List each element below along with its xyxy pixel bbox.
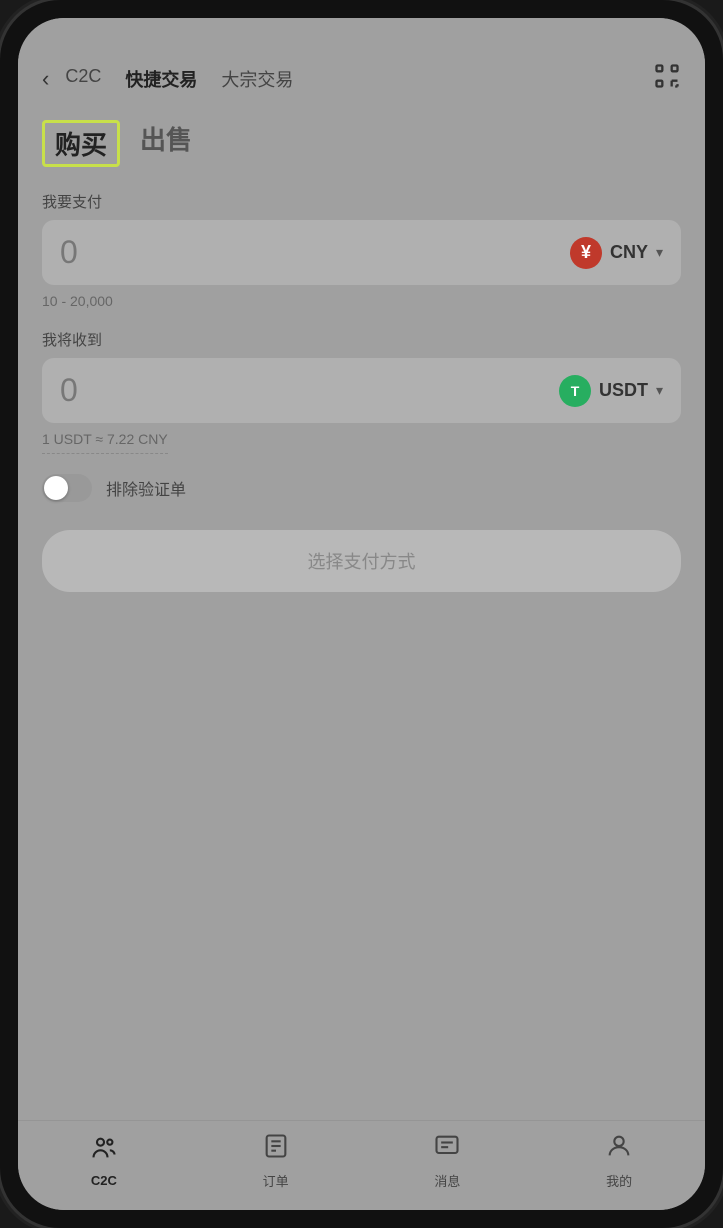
sell-tab[interactable]: 出售 [140,120,192,167]
messages-nav-label: 消息 [434,1171,460,1190]
nav-tab-bulk[interactable]: 大宗交易 [221,66,293,92]
cny-currency-selector[interactable]: ¥ CNY ▾ [570,237,663,269]
cny-chevron-icon: ▾ [656,244,663,261]
receive-input-row[interactable]: 0 T USDT ▾ [42,358,681,423]
phone-screen: ‹ C2C 快捷交易 大宗交易 [18,18,705,1210]
status-bar [18,18,705,54]
receive-value[interactable]: 0 [60,372,78,409]
profile-nav-label: 我的 [606,1171,632,1190]
pay-value[interactable]: 0 [60,234,78,271]
buy-tab[interactable]: 购买 [42,120,120,167]
nav-tab-quick[interactable]: 快捷交易 [125,66,197,92]
bottom-nav-messages[interactable]: 消息 [362,1132,534,1190]
main-content: 购买 出售 我要支付 0 ¥ CNY ▾ 10 - 20,000 我将收到 0 … [18,104,705,1120]
c2c-icon [90,1134,118,1169]
bottom-nav-c2c[interactable]: C2C [18,1134,190,1188]
profile-icon [605,1132,633,1167]
nav-bar: ‹ C2C 快捷交易 大宗交易 [18,54,705,104]
toggle-label: 排除验证单 [106,476,186,500]
bottom-nav-profile[interactable]: 我的 [533,1132,705,1190]
exclude-toggle[interactable] [42,474,92,502]
range-hint: 10 - 20,000 [42,293,681,309]
usdt-icon: T [559,375,591,407]
toggle-row: 排除验证单 [42,474,681,502]
exchange-rate: 1 USDT ≈ 7.22 CNY [42,431,168,454]
orders-nav-label: 订单 [263,1171,289,1190]
usdt-chevron-icon: ▾ [656,382,663,399]
cny-label: CNY [610,242,648,263]
phone-shell: ‹ C2C 快捷交易 大宗交易 [0,0,723,1228]
usdt-currency-selector[interactable]: T USDT ▾ [559,375,663,407]
messages-icon [433,1132,461,1167]
back-button[interactable]: ‹ [42,66,49,92]
c2c-nav-label: C2C [91,1173,117,1188]
nav-tabs: C2C 快捷交易 大宗交易 [65,66,653,92]
payment-button[interactable]: 选择支付方式 [42,530,681,592]
bottom-nav: C2C 订单 [18,1120,705,1210]
cny-icon: ¥ [570,237,602,269]
pay-label: 我要支付 [42,191,681,212]
orders-icon [262,1132,290,1167]
action-tabs: 购买 出售 [42,120,681,167]
nav-tab-c2c[interactable]: C2C [65,66,101,92]
receive-label: 我将收到 [42,329,681,350]
pay-input-row[interactable]: 0 ¥ CNY ▾ [42,220,681,285]
bottom-nav-orders[interactable]: 订单 [190,1132,362,1190]
scan-button[interactable] [653,62,681,96]
usdt-label: USDT [599,380,648,401]
toggle-knob [44,476,68,500]
